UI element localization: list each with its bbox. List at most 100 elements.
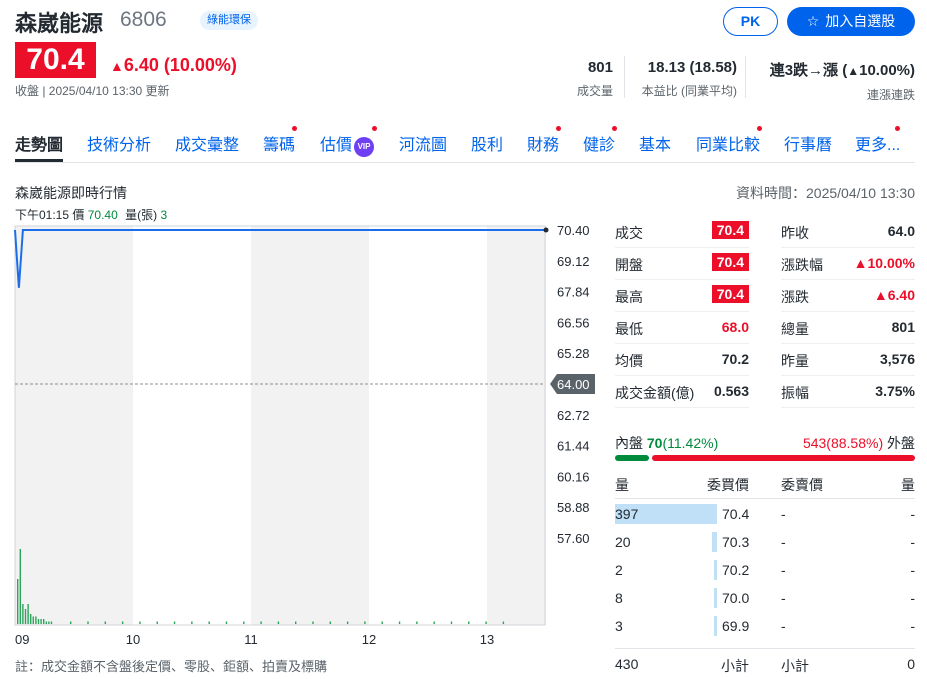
quote-row: 總量 801 — [781, 312, 915, 344]
volume-bar — [173, 621, 176, 624]
volume-bar — [37, 619, 40, 624]
ask-price: - — [781, 618, 786, 634]
ask-qty: - — [910, 534, 915, 550]
quote-value: 70.4 — [711, 221, 749, 239]
tab-river[interactable]: 河流圖 — [399, 131, 447, 161]
bid-price: 70.0 — [722, 590, 750, 606]
quote-label: 最低 — [615, 321, 643, 337]
tab-finance-label: 財務 — [527, 137, 560, 154]
y-tick-label: 58.88 — [557, 500, 590, 515]
industry-tag[interactable]: 綠能環保 — [200, 11, 258, 30]
ask-qty: - — [910, 506, 915, 522]
volume-bar — [450, 621, 453, 624]
new-dot-icon — [292, 126, 297, 131]
inner-trade: 內盤 70(11.42%) — [615, 433, 718, 453]
star-icon: ☆ — [806, 13, 820, 29]
y-tick-label: 57.60 — [557, 531, 590, 546]
tab-finance[interactable]: 財務 — [527, 126, 561, 161]
tab-basic[interactable]: 基本 — [639, 131, 671, 161]
tab-calendar[interactable]: 行事曆 — [784, 131, 832, 161]
ask-price: - — [781, 590, 786, 606]
volume-bar — [22, 604, 24, 624]
quote-label: 開盤 — [615, 257, 643, 273]
volume-bar — [30, 614, 32, 624]
quote-left: 成交 70.4 開盤 70.4 最高 70.4 最低 68.0 均價 70.2 成交金額(億) 0.5… — [615, 216, 749, 416]
add-watchlist-label: 加入自選股 — [825, 13, 896, 29]
streak-value: 連3跌→漲 (▲10.00%) — [770, 59, 915, 80]
quote-value: 801 — [891, 319, 915, 335]
quote-label: 漲跌 — [781, 289, 809, 305]
ask-price: - — [781, 506, 786, 522]
bid-price: 70.2 — [722, 562, 750, 578]
volume-bar — [312, 621, 314, 624]
add-watchlist-button[interactable]: ☆ 加入自選股 — [787, 7, 915, 36]
volume-bar — [50, 621, 53, 624]
volume-bar — [70, 621, 72, 624]
tab-trades[interactable]: 成交彙整 — [175, 131, 239, 161]
tab-peers[interactable]: 同業比較 — [696, 126, 762, 161]
inner-pct: (11.42%) — [662, 435, 719, 451]
y-tick-label: 69.12 — [557, 254, 590, 269]
new-dot-icon — [895, 126, 900, 131]
x-tick-label: 12 — [362, 632, 376, 647]
outer-bar — [652, 455, 915, 461]
intraday-chart[interactable]: 70.40 69.12 67.84 66.56 65.28 64.00 62.72 61.44… — [0, 218, 600, 648]
current-price: 70.4 — [15, 42, 96, 78]
volume-label: 成交量 — [576, 84, 613, 98]
streak-label: 連漲連跌 — [866, 88, 915, 102]
quote-value: 3.75% — [875, 383, 915, 399]
tab-more[interactable]: 更多... — [855, 126, 900, 161]
volume-bar — [19, 549, 21, 624]
pk-button[interactable]: PK — [723, 7, 778, 36]
volume-bar — [485, 621, 487, 624]
tab-valuation-label: 估價 — [320, 137, 353, 154]
tab-trend[interactable]: 走勢圖 — [15, 131, 64, 162]
quote-row: 振幅 3.75% — [781, 376, 915, 408]
last-point — [543, 227, 549, 233]
ask-total: 0 — [907, 656, 915, 672]
bid-qty: 2 — [615, 562, 623, 578]
y-tick-label: 65.28 — [557, 346, 590, 361]
ask-qty: - — [910, 618, 915, 634]
volume-bar — [48, 621, 50, 624]
y-tick-label: 62.72 — [557, 408, 590, 423]
volume-bar — [329, 621, 332, 624]
volume-value: 801 — [587, 59, 613, 76]
y-tick-label: 64.00 — [557, 377, 590, 392]
hour-band — [15, 226, 133, 625]
x-tick-label: 10 — [126, 632, 140, 647]
streak-text: 連3跌→漲 ( — [769, 62, 848, 79]
quote-label: 均價 — [615, 353, 643, 369]
x-tick-label: 13 — [480, 632, 494, 647]
tab-technical[interactable]: 技術分析 — [87, 131, 151, 161]
volume-bar — [208, 621, 210, 624]
ask-qty: - — [910, 590, 915, 606]
bid-volume-bar — [714, 588, 717, 608]
x-tick-label: 09 — [15, 632, 29, 647]
tab-valuation[interactable]: 估價 VIP — [320, 126, 377, 161]
volume-bar — [277, 621, 280, 624]
volume-bar — [24, 609, 27, 624]
tab-chips[interactable]: 籌碼 — [263, 126, 297, 161]
bid-subtotal-label: 小計 — [721, 658, 749, 674]
order-book: 397 70.4 - - 20 70.3 - - 2 70.2 - - 8 70.0 - - 3 69.9 - - — [615, 504, 915, 644]
volume-bar — [468, 621, 470, 624]
inner-value: 70 — [646, 435, 663, 451]
volume-bar — [364, 621, 366, 624]
volume-bar — [260, 621, 262, 624]
stock-name: 森崴能源 — [15, 11, 104, 36]
quote-value: 68.0 — [721, 319, 749, 335]
y-tick-label: 70.40 — [557, 223, 590, 238]
bid-qty: 8 — [615, 590, 623, 606]
tab-health[interactable]: 健診 — [583, 126, 617, 161]
tab-health-label: 健診 — [583, 137, 616, 154]
bid-total: 430 — [615, 656, 639, 672]
price-change-value: 6.40 (10.00%) — [123, 55, 237, 75]
tab-dividend[interactable]: 股利 — [471, 131, 503, 161]
volume-bar — [17, 579, 19, 624]
inner-label: 內盤 — [615, 435, 643, 451]
data-time: 資料時間：2025/04/10 13:30 — [736, 185, 915, 201]
quote-row: 最高 70.4 — [615, 280, 749, 312]
quote-label: 最高 — [615, 289, 643, 305]
bid-volume-bar — [714, 560, 717, 580]
